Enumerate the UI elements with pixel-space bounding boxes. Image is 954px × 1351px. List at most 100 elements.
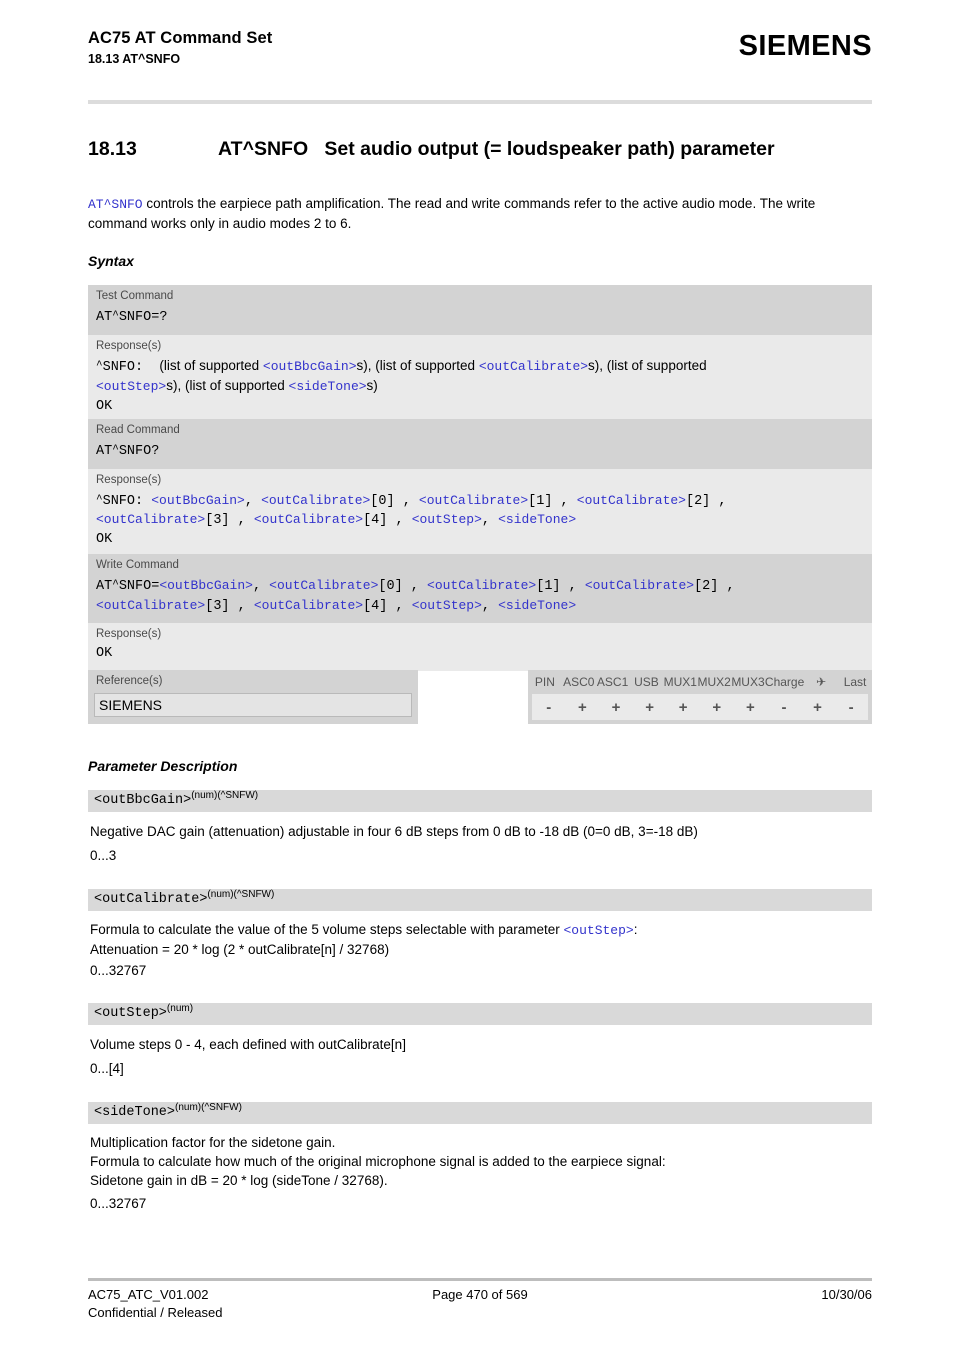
param-superscript: (num)(^SNFW) [191,790,259,801]
capability-header-mux3: MUX3 [731,675,765,689]
param-name: <sideTone> [94,1105,176,1120]
param-superscript: (num) [166,1003,194,1014]
capability-header-pin: PIN [534,675,555,689]
read-response-ok: OK [96,531,113,547]
test-command-block: Test Command AT^SNFO=? Response(s) ^SNFO… [88,285,872,423]
param-header-outbbcgain: <outBbcGain>(num)(^SNFW) [88,790,872,812]
intro-command-token: AT^SNFO [88,197,143,212]
param-body-sidetone: Multiplication factor for the sidetone g… [90,1133,874,1190]
read-response-caption: Response(s) [96,473,162,486]
document-page: AC75 AT Command Set 18.13 AT^SNFO SIEMEN… [0,0,954,1351]
read-response-row: Response(s) ^SNFO: <outBbcGain>, <outCal… [88,468,872,556]
reference-caption: Reference(s) [96,675,163,687]
param-body-line2: Formula to calculate how much of the ori… [90,1154,666,1169]
index-1: [1] [536,579,561,594]
write-command-caption: Write Command [96,559,179,571]
page-header: AC75 AT Command Set 18.13 AT^SNFO SIEMEN… [88,28,872,68]
param-token-outcalibrate: <outCalibrate> [584,578,695,593]
test-response-row: Response(s) ^SNFO: (list of supported <o… [88,334,872,423]
footer-divider [88,1278,872,1281]
index-3: [3] [205,598,230,614]
param-body-outbbcgain: Negative DAC gain (attenuation) adjustab… [90,824,698,839]
param-token-outstep: <outStep> [96,379,167,394]
parameter-description-label: Parameter Description [88,758,238,774]
page-title: 18.13 AT^SNFO Set audio output (= loudsp… [88,138,775,160]
param-name: <outCalibrate> [94,892,208,907]
param-range-outcalibrate: 0...32767 [90,963,147,978]
header-section-ref: 18.13 AT^SNFO [88,52,181,66]
siemens-logo: SIEMENS [738,30,872,62]
sep-comma: , [229,513,254,528]
sep-comma: , [244,493,253,509]
param-header-outcalibrate: <outCalibrate>(num)(^SNFW) [88,889,872,911]
capability-header-mux1: MUX1 [663,675,697,689]
param-token-sidetone: <sideTone> [498,597,577,613]
index-2: [2] [694,579,719,594]
read-command-block: Read Command AT^SNFO? Response(s) ^SNFO:… [88,419,872,556]
param-body-text: Formula to calculate the value of the 5 … [90,922,564,937]
param-body-colon: : [633,922,638,937]
test-command-code: AT^SNFO=? [96,310,168,325]
footer-classification: Confidential / Released [88,1305,223,1320]
intro-text: controls the earpiece path amplification… [88,196,816,231]
sep-comma: , [252,579,262,594]
write-response-ok: OK [96,646,113,661]
param-range-outbbcgain: 0...3 [90,848,117,863]
index-4: [4] [363,513,388,528]
capability-value-mux2: + [712,698,722,716]
intro-paragraph: AT^SNFO controls the earpiece path ampli… [88,194,874,233]
capability-value-last: - [848,698,854,716]
capability-value-asc1: + [611,698,621,716]
test-response-caption: Response(s) [96,339,162,352]
test-command-row: Test Command AT^SNFO=? [88,285,872,335]
write-command-code: AT^SNFO=<outBbcGain>, <outCalibrate>[0] … [96,578,735,614]
capability-header-last: Last [843,675,867,689]
test-response-code: ^SNFO: (list of supported <outBbcGain>s)… [96,357,707,414]
sep-comma: , [718,579,735,594]
capability-value-usb: + [645,698,654,716]
param-token-outstep: <outStep> [411,597,482,613]
index-3: [3] [205,513,230,528]
write-response-caption: Response(s) [96,628,162,640]
footer-date: 10/30/06 [821,1287,872,1302]
param-token-outcalibrate: <outCalibrate> [96,597,206,613]
header-titles: AC75 AT Command Set 18.13 AT^SNFO [88,28,272,68]
index-1: [1] [528,493,553,509]
sep-comma: , [394,493,419,509]
sep-comma: , [481,598,491,614]
syntax-label: Syntax [88,253,134,269]
param-name: <outStep> [94,1006,167,1021]
param-token-outcalibrate: <outCalibrate> [96,512,206,527]
capability-value-pin: - [546,698,552,716]
capability-value-row: - + + + + + + - + - [532,694,868,720]
param-token-outbbcgain: <outBbcGain> [151,492,245,508]
param-range-sidetone: 0...32767 [90,1196,147,1211]
param-range-outstep: 0...[4] [90,1061,124,1076]
sep-comma: , [560,579,585,594]
param-name: <outBbcGain> [94,793,192,808]
read-command-code: AT^SNFO? [96,444,160,459]
test-response-ok: OK [96,398,113,414]
reference-value: SIEMENS [94,693,412,717]
capability-value-asc0: + [578,698,587,716]
param-token-outstep: <outStep> [411,512,482,527]
write-command-block: Write Command AT^SNFO=<outBbcGain>, <out… [88,554,872,671]
section-number: 18.13 [88,138,137,160]
capability-header-asc1: ASC1 [596,675,629,689]
param-token-sidetone: <sideTone> [498,512,577,527]
param-token-outcalibrate: <outCalibrate> [269,578,379,593]
sep-comma: , [229,598,254,614]
test-command-caption: Test Command [96,290,174,302]
read-command-row: Read Command AT^SNFO? [88,419,872,469]
index-2: [2] [685,493,711,509]
capability-header-usb: USB [634,675,659,689]
capability-value-charge: - [781,698,787,716]
param-token-outcalibrate: <outCalibrate> [478,358,589,374]
param-body-outcalibrate: Formula to calculate the value of the 5 … [90,920,874,959]
param-token-outcalibrate: <outCalibrate> [427,578,537,593]
param-token-outcalibrate: <outCalibrate> [576,492,686,508]
param-body-line1: Multiplication factor for the sidetone g… [90,1135,336,1150]
capability-header-row: PIN ASC0 ASC1 USB MUX1 MUX2 MUX3 Charge ✈ Last [528,670,872,694]
reference-strip: Reference(s) SIEMENS PIN ASC0 ASC1 USB MUX1 M… [88,670,872,724]
write-command-row: Write Command AT^SNFO=<outBbcGain>, <out… [88,554,872,623]
